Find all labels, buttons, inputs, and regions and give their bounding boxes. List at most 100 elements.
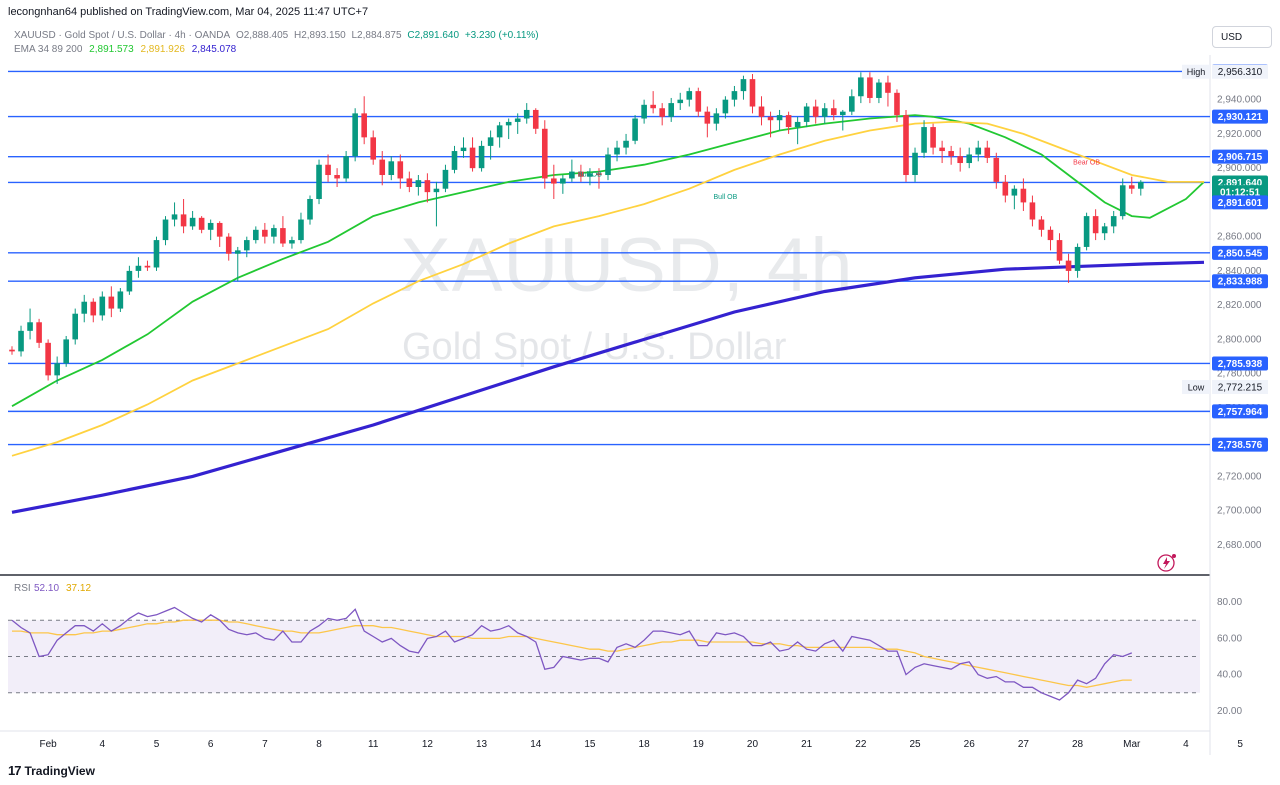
candle-body — [478, 145, 485, 169]
candle-body — [1029, 202, 1036, 220]
candle-body — [650, 104, 656, 109]
candle-body — [713, 113, 720, 124]
candle-body — [1101, 226, 1108, 234]
candle-body — [415, 180, 422, 187]
price-chart[interactable]: Bull OB Bull OB Bear OB 2,680.000 2,700.000… — [0, 0, 1280, 785]
time-tick-label: 21 — [801, 739, 813, 750]
candle-body — [966, 154, 973, 164]
candle-body — [668, 103, 675, 117]
time-tick-label: 25 — [909, 739, 921, 750]
candle-body — [903, 115, 909, 176]
candle-body — [207, 222, 214, 230]
candle-body — [1128, 185, 1135, 189]
candle-body — [758, 106, 765, 117]
price-tick-label: 2,920.000 — [1217, 129, 1262, 140]
candle-body — [72, 313, 79, 340]
candle-body — [1110, 216, 1117, 227]
lightning-icon[interactable] — [1157, 554, 1176, 572]
candle-body — [885, 82, 891, 93]
candle-body — [803, 106, 810, 122]
candle-body — [551, 178, 557, 184]
ema-line-ema200 — [11, 260, 1205, 514]
candle-body — [63, 339, 69, 364]
candle-body — [514, 118, 521, 122]
time-tick-label: 22 — [855, 739, 867, 750]
low-marker-value: 2,772.215 — [1218, 382, 1263, 393]
candle-body — [370, 137, 377, 160]
candle-body — [1119, 185, 1126, 217]
candle-body — [704, 111, 711, 124]
time-tick-label: Feb — [40, 739, 58, 750]
candle-body — [388, 161, 395, 176]
candle-body — [189, 217, 196, 227]
candle-body — [334, 175, 340, 179]
candle-body — [225, 236, 232, 254]
candle-body — [126, 270, 133, 292]
price-badge-label: 2,738.576 — [1218, 440, 1263, 451]
price-badge-label: 2,930.121 — [1218, 112, 1263, 123]
candle-body — [54, 363, 60, 376]
candle-body — [1056, 240, 1063, 261]
candle-body — [1083, 216, 1090, 247]
candle-body — [605, 154, 611, 176]
candle-body — [794, 121, 801, 128]
tradingview-footer[interactable]: 17 TradingView — [8, 763, 95, 778]
candle-body — [442, 169, 449, 189]
time-tick-label: 7 — [262, 739, 268, 750]
candle-body — [307, 198, 313, 220]
candle-body — [677, 99, 684, 104]
candle-body — [9, 349, 15, 352]
ob-annotation: Bull OB — [714, 194, 738, 201]
rsi-tick-label: 80.00 — [1217, 597, 1242, 608]
candle-body — [722, 99, 729, 114]
candle-body — [523, 109, 530, 119]
price-badge-label: 2,757.964 — [1218, 407, 1263, 418]
candle-body — [433, 188, 440, 193]
candle-body — [867, 77, 873, 98]
rsi-tick-label: 40.00 — [1217, 670, 1242, 681]
time-tick-label: Mar — [1123, 739, 1141, 750]
time-tick-label: 18 — [639, 739, 651, 750]
candle-body — [406, 178, 413, 187]
candle-body — [460, 147, 467, 152]
time-tick-label: 20 — [747, 739, 759, 750]
price-badge-label: 2,906.715 — [1218, 152, 1263, 163]
time-tick-label: 5 — [1237, 739, 1243, 750]
candle-body — [171, 214, 178, 220]
candle-body — [821, 108, 828, 117]
candle-body — [234, 250, 241, 254]
time-tick-label: 6 — [208, 739, 214, 750]
high-marker-value: 2,956.310 — [1218, 67, 1263, 78]
candle-body — [632, 118, 638, 141]
candle-body — [767, 116, 774, 121]
price-tick-label: 2,680.000 — [1217, 540, 1262, 551]
candle-body — [271, 228, 277, 237]
candle-body — [162, 219, 169, 241]
candle-body — [379, 159, 386, 176]
candle-body — [262, 229, 268, 237]
candle-body — [939, 147, 945, 152]
candle-body — [36, 322, 42, 343]
candle-body — [984, 147, 991, 158]
time-tick-label: 11 — [368, 739, 379, 750]
candle-body — [1020, 188, 1027, 203]
candle-body — [1047, 229, 1054, 241]
price-tick-label: 2,720.000 — [1217, 471, 1262, 482]
candle-body — [686, 91, 693, 100]
time-tick-label: 28 — [1072, 739, 1084, 750]
ob-annotation: Bear OB — [1073, 160, 1100, 167]
candle-body — [912, 152, 918, 176]
candle-body — [45, 342, 51, 376]
rsi-ma-value: 37.12 — [66, 583, 91, 594]
candle-body — [361, 113, 367, 138]
candle-body — [316, 164, 322, 199]
rsi-value: 52.10 — [34, 583, 59, 594]
candle-body — [81, 301, 88, 314]
candle-body — [569, 171, 575, 179]
price-tick-label: 2,820.000 — [1217, 300, 1262, 311]
price-badge-label: 2,891.601 — [1218, 198, 1263, 209]
candle-body — [749, 79, 756, 107]
candle-body — [1074, 246, 1081, 271]
candle-body — [90, 301, 97, 316]
time-tick-label: 26 — [964, 739, 976, 750]
